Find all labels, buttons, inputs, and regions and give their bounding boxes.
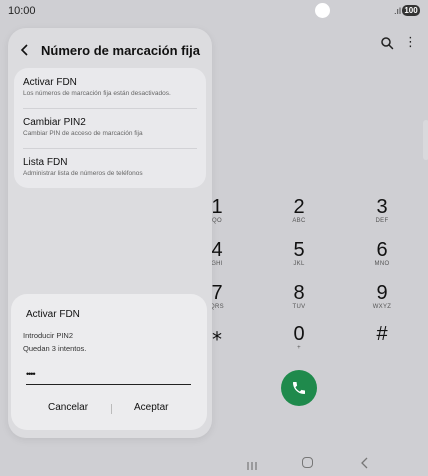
- call-button[interactable]: [281, 370, 317, 406]
- menu-item-change-pin2[interactable]: Cambiar PIN2 Cambiar PIN de acceso de ma…: [23, 116, 199, 139]
- dialog-title: Activar FDN: [26, 309, 80, 320]
- key-5[interactable]: 5 JKL: [269, 239, 329, 273]
- key-letters: JKL: [293, 261, 305, 267]
- back-arrow-icon[interactable]: [18, 43, 32, 57]
- key-letters: ABC: [292, 218, 306, 224]
- pin2-input-underline: [26, 384, 191, 385]
- menu-item-activate-fdn[interactable]: Activar FDN Los números de marcación fij…: [23, 76, 199, 99]
- key-letters: WXYZ: [372, 304, 392, 310]
- key-digit: 5: [293, 239, 305, 261]
- key-digit: 2: [293, 196, 305, 218]
- menu-item-title: Lista FDN: [23, 157, 68, 168]
- key-digit: 3: [376, 196, 388, 218]
- back-icon[interactable]: [360, 456, 370, 469]
- button-separator: [111, 404, 112, 414]
- screen: 10:00 .ıl 100 ⋮ 1 QO 2 ABC 3 DEF 4 GHI 5 JKL …: [0, 0, 428, 476]
- phone-icon: [293, 382, 305, 394]
- key-8[interactable]: 8 TUV: [269, 282, 329, 316]
- key-6[interactable]: 6 MNO: [352, 239, 412, 273]
- signal-icon: .ıl: [394, 6, 402, 16]
- front-camera: [315, 3, 330, 18]
- recent-apps-icon[interactable]: [247, 458, 257, 470]
- menu-item-subtitle: Los números de marcación fija están desa…: [23, 90, 171, 97]
- menu-item-subtitle: Cambiar PIN de acceso de marcación fija: [23, 130, 143, 137]
- pin2-input[interactable]: ••••: [26, 370, 191, 384]
- key-digit: 6: [376, 239, 388, 261]
- status-time: 10:00: [8, 5, 36, 17]
- key-digit: 0: [293, 323, 305, 345]
- dialog-prompt: Introducir PIN2: [23, 331, 74, 340]
- menu-item-fdn-list[interactable]: Lista FDN Administrar lista de números d…: [23, 156, 199, 179]
- navigation-bar: [0, 448, 428, 476]
- key-2[interactable]: 2 ABC: [269, 196, 329, 230]
- cancel-button[interactable]: Cancelar: [48, 402, 88, 413]
- accept-button[interactable]: Aceptar: [134, 402, 168, 413]
- home-icon[interactable]: [302, 457, 313, 468]
- key-letters: MNO: [374, 261, 390, 267]
- dialog-attempts: Quedan 3 intentos.: [23, 344, 87, 353]
- edge-panel-handle[interactable]: [423, 120, 428, 160]
- battery-icon: 100: [402, 5, 420, 16]
- key-letters: TUV: [292, 304, 306, 310]
- key-0[interactable]: 0 +: [269, 323, 329, 357]
- panel-header: Número de marcación fija: [18, 40, 200, 60]
- menu-item-title: Cambiar PIN2: [23, 117, 86, 128]
- key-letters: DEF: [375, 218, 389, 224]
- key-digit: 8: [293, 282, 305, 304]
- key-digit: #: [376, 323, 388, 345]
- pin2-dialog: Activar FDN Introducir PIN2 Quedan 3 int…: [11, 294, 207, 430]
- divider: [23, 148, 197, 149]
- key-letters: +: [297, 345, 301, 351]
- menu-item-title: Activar FDN: [23, 77, 77, 88]
- key-hash[interactable]: #: [352, 323, 412, 357]
- divider: [23, 108, 197, 109]
- dialer-toolbar: ⋮: [380, 35, 420, 52]
- more-options-icon[interactable]: ⋮: [404, 35, 417, 50]
- key-3[interactable]: 3 DEF: [352, 196, 412, 230]
- fdn-menu-list: Activar FDN Los números de marcación fij…: [14, 68, 206, 188]
- menu-item-subtitle: Administrar lista de números de teléfono…: [23, 170, 143, 177]
- key-9[interactable]: 9 WXYZ: [352, 282, 412, 316]
- page-title: Número de marcación fija: [41, 42, 200, 58]
- key-digit: 9: [376, 282, 388, 304]
- status-bar: 10:00 .ıl 100: [0, 0, 428, 22]
- search-icon[interactable]: [380, 36, 394, 50]
